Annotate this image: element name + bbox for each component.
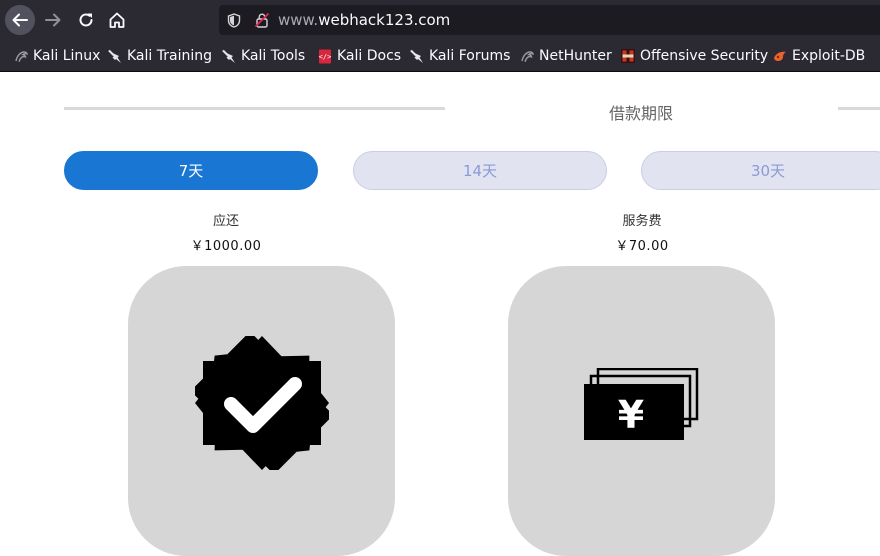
service-fee-label: 服务费 xyxy=(622,214,662,229)
svg-text:</>: </> xyxy=(319,53,332,61)
repay-amount-block: 应还 ￥1000.00 xyxy=(126,210,326,254)
url-text[interactable]: www.webhack123.com xyxy=(278,11,450,29)
yen-banknotes-icon: ¥ xyxy=(584,368,699,440)
address-bar[interactable]: www.webhack123.com xyxy=(219,5,880,35)
insecure-lock-icon[interactable] xyxy=(254,12,270,28)
term-button-14-days[interactable]: 14天 xyxy=(353,151,607,190)
bookmark-label: NetHunter xyxy=(539,48,612,64)
bookmark-label: Kali Tools xyxy=(241,48,306,64)
bookmark-label: Kali Training xyxy=(127,48,212,64)
bookmark-label: Exploit-DB xyxy=(792,48,866,64)
url-domain: webhack123.com xyxy=(318,11,451,29)
bookmark-kali-tools[interactable]: Kali Tools xyxy=(221,40,306,71)
url-prefix: www. xyxy=(278,11,319,29)
bookmark-kali-forums[interactable]: Kali Forums xyxy=(409,40,511,71)
exploit-db-icon xyxy=(772,48,788,64)
browser-toolbar: www.webhack123.com xyxy=(0,0,880,40)
bookmark-exploit-db[interactable]: Exploit-DB xyxy=(772,40,866,71)
verified-card[interactable] xyxy=(128,266,395,556)
bookmarks-toolbar: Kali Linux Kali Training Kali Tools </> … xyxy=(0,40,880,72)
offsec-icon xyxy=(620,48,636,64)
bookmark-kali-training[interactable]: Kali Training xyxy=(107,40,212,71)
bookmark-offensive-security[interactable]: Offensive Security xyxy=(620,40,769,71)
kali-docs-icon: </> xyxy=(317,48,333,64)
bookmark-kali-docs[interactable]: </> Kali Docs xyxy=(317,40,402,71)
service-fee-block: 服务费 ￥70.00 xyxy=(542,210,742,254)
shield-icon[interactable] xyxy=(227,13,241,28)
loan-term-title: 借款期限 xyxy=(608,104,673,123)
repay-value: ￥1000.00 xyxy=(190,239,262,254)
bookmark-label: Kali Forums xyxy=(429,48,511,64)
nethunter-icon xyxy=(519,48,535,64)
reload-button[interactable] xyxy=(71,5,101,35)
verified-badge-icon xyxy=(195,336,329,470)
bookmark-kali-linux[interactable]: Kali Linux xyxy=(13,40,101,71)
bookmark-label: Kali Linux xyxy=(33,48,101,64)
service-fee-value: ￥70.00 xyxy=(615,239,669,254)
repay-label: 应还 xyxy=(212,214,239,229)
section-divider-left xyxy=(64,107,445,110)
kali-dragon-icon xyxy=(409,48,425,64)
bookmark-label: Offensive Security xyxy=(640,48,769,64)
forward-button[interactable] xyxy=(38,5,68,35)
home-icon xyxy=(109,12,125,28)
bookmark-nethunter[interactable]: NetHunter xyxy=(519,40,612,71)
kali-dragon-icon xyxy=(13,48,29,64)
term-button-30-days[interactable]: 30天 xyxy=(641,151,880,190)
section-divider-right xyxy=(838,107,880,110)
bookmark-label: Kali Docs xyxy=(337,48,402,64)
kali-dragon-icon xyxy=(221,48,237,64)
fee-card[interactable]: ¥ xyxy=(508,266,775,556)
term-button-7-days[interactable]: 7天 xyxy=(64,151,318,190)
back-button[interactable] xyxy=(5,5,35,35)
home-button[interactable] xyxy=(102,5,132,35)
arrow-left-icon xyxy=(12,13,28,27)
kali-dragon-icon xyxy=(107,48,123,64)
arrow-right-icon xyxy=(45,13,61,27)
reload-icon xyxy=(79,13,93,27)
svg-text:¥: ¥ xyxy=(618,393,644,437)
